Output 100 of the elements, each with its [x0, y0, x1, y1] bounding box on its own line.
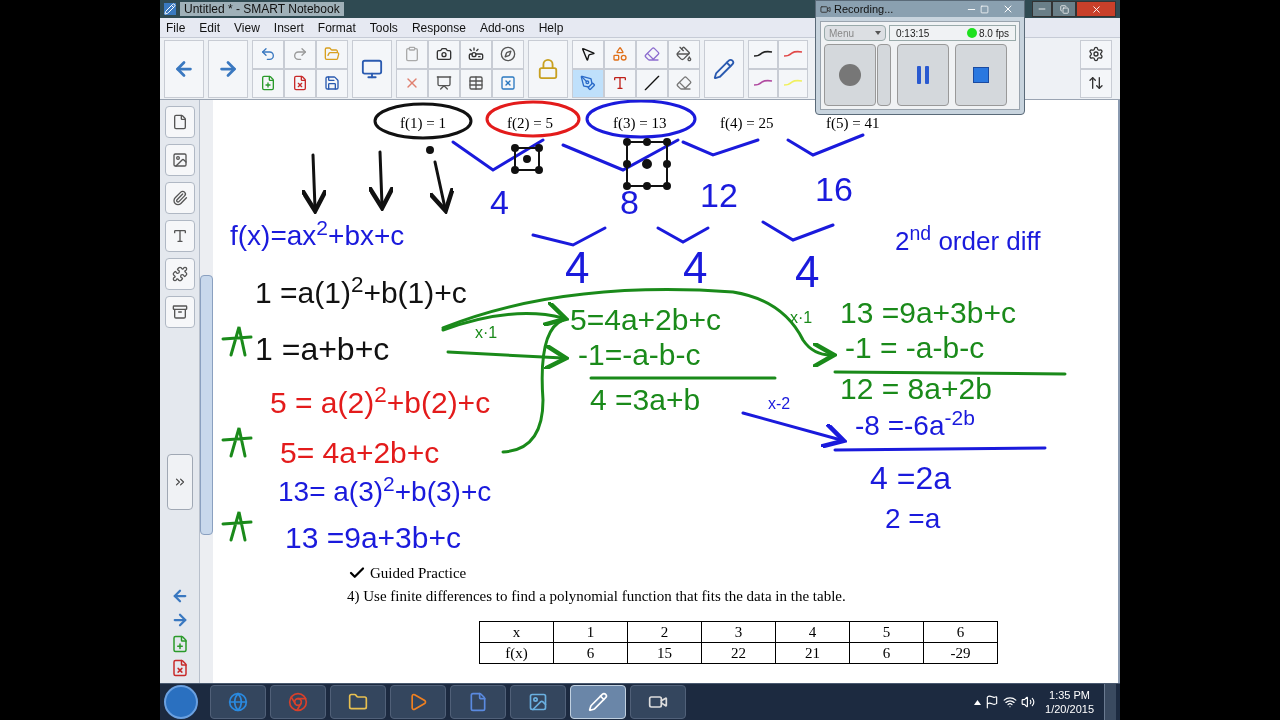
camera-icon	[436, 46, 452, 62]
fill-tool[interactable]	[668, 39, 700, 69]
lesson-activity-tab[interactable]	[164, 296, 195, 328]
table-cell: -29	[923, 642, 998, 664]
handwritten-text: 13= a(3)$^{2}$+b(3)+c	[278, 478, 492, 506]
taskbar-app[interactable]	[330, 685, 386, 719]
restore-button[interactable]	[1052, 1, 1076, 17]
undo-button[interactable]	[252, 39, 284, 69]
pens-tool[interactable]	[572, 68, 604, 98]
screen-capture-button[interactable]	[428, 39, 460, 69]
table-button[interactable]	[460, 68, 492, 98]
puzzle-icon	[171, 266, 188, 282]
text-tool[interactable]	[604, 68, 636, 98]
screen-button[interactable]	[352, 39, 392, 98]
gallery-tab[interactable]	[164, 144, 195, 176]
pen-stroke-icon	[783, 50, 803, 58]
menu-item[interactable]: Help	[538, 18, 564, 37]
back-button[interactable]	[164, 39, 204, 98]
handwritten-text: 13 =9a+3b+c	[285, 523, 461, 553]
clock-date[interactable]: 1/20/2015	[1045, 702, 1094, 716]
taskbar-app[interactable]	[630, 685, 686, 719]
settings-icon	[1088, 46, 1104, 62]
page-icon	[171, 114, 188, 130]
line-tool[interactable]	[636, 68, 668, 98]
clock-time[interactable]: 1:35 PM	[1049, 688, 1090, 702]
pause-button[interactable]	[897, 44, 949, 106]
shapes-icon	[612, 46, 628, 62]
taskbar-app[interactable]	[210, 685, 266, 719]
picture-icon	[528, 692, 548, 712]
pen-button[interactable]	[704, 39, 744, 98]
scroll-bar[interactable]	[200, 100, 213, 683]
up-down-arrow-icon	[1088, 75, 1104, 91]
properties-tab[interactable]	[164, 220, 195, 252]
handwritten-text: 16	[815, 172, 853, 206]
menu-item[interactable]: Format	[317, 18, 356, 37]
delete-page-button[interactable]	[284, 68, 316, 98]
menu-item[interactable]: View	[234, 18, 260, 37]
taskbar-app[interactable]	[450, 685, 506, 719]
stop-button[interactable]	[955, 44, 1007, 106]
measurement-button[interactable]	[492, 39, 524, 69]
page-sorter-tab[interactable]	[164, 106, 195, 138]
pen-stroke-icon	[783, 79, 803, 87]
close-button[interactable]	[1076, 1, 1116, 17]
handwritten-text: x·1	[790, 310, 813, 326]
menu-item[interactable]: Tools	[369, 18, 398, 37]
redo-icon	[292, 46, 308, 62]
recorder-title: Recording...	[834, 1, 894, 17]
menu-item[interactable]: Response	[411, 18, 466, 37]
table-cell: 21	[775, 642, 850, 664]
delete-page-icon[interactable]	[170, 659, 189, 677]
select-tool[interactable]	[572, 39, 604, 69]
add-ons-tab[interactable]	[164, 258, 195, 290]
taskbar-app[interactable]	[510, 685, 566, 719]
clipboard-icon	[404, 46, 420, 62]
table-icon	[468, 75, 484, 91]
start-button[interactable]	[164, 685, 198, 719]
flag-icon[interactable]	[985, 695, 1000, 709]
handwritten-text: 2 =a	[885, 505, 941, 533]
forward-button[interactable]	[208, 39, 248, 98]
move-toolbar-button[interactable]	[1080, 68, 1112, 98]
picture-icon	[171, 152, 188, 168]
save-button[interactable]	[316, 68, 348, 98]
handwritten-text: 4 =3a+b	[590, 385, 701, 415]
handwritten-text: 5 = a(2)$^{2}$+b(2)+c	[270, 388, 491, 418]
table-cell: 5	[849, 621, 924, 643]
pen-style-button[interactable]	[748, 39, 778, 69]
minimize-button[interactable]	[1032, 1, 1052, 17]
close-icon[interactable]	[1002, 3, 1014, 15]
text-icon	[612, 75, 628, 91]
pencil-icon	[588, 692, 608, 712]
handwritten-text: 1 =a+b+c	[255, 333, 390, 365]
screen-shade-button[interactable]	[428, 68, 460, 98]
handwritten-text: 5=4a+2b+c	[570, 305, 721, 335]
menu-item[interactable]: Add-ons	[479, 18, 525, 37]
record-button[interactable]	[824, 44, 876, 106]
menu-item[interactable]: Insert	[273, 18, 304, 37]
table-cell: 6	[553, 642, 628, 664]
document-camera-button[interactable]	[460, 39, 492, 69]
handwritten-text: 12	[700, 178, 738, 212]
new-page-button[interactable]	[252, 68, 284, 98]
show-desktop-button[interactable]	[1104, 684, 1116, 720]
table-cell: 6	[849, 642, 924, 664]
show-hidden-icons-icon[interactable]	[974, 699, 982, 705]
globe-icon	[228, 692, 248, 712]
collapse-tab[interactable]	[166, 454, 193, 510]
browser-icon	[288, 692, 308, 712]
attachments-tab[interactable]	[164, 182, 195, 214]
record-options-button[interactable]	[877, 44, 891, 106]
network-icon[interactable]	[1003, 695, 1018, 709]
save-icon	[324, 75, 340, 91]
eraser-tool[interactable]	[668, 68, 700, 98]
menu-item[interactable]: File	[166, 18, 186, 37]
settings-button[interactable]	[1080, 39, 1112, 69]
volume-icon[interactable]	[1021, 695, 1036, 709]
shape-eraser-tool[interactable]	[636, 39, 668, 69]
handwritten-text: 4	[490, 185, 509, 219]
menu-item[interactable]: Edit	[199, 18, 221, 37]
add-page-icon[interactable]	[170, 635, 189, 653]
taskbar-app[interactable]	[390, 685, 446, 719]
scroll-thumb[interactable]	[200, 275, 213, 535]
